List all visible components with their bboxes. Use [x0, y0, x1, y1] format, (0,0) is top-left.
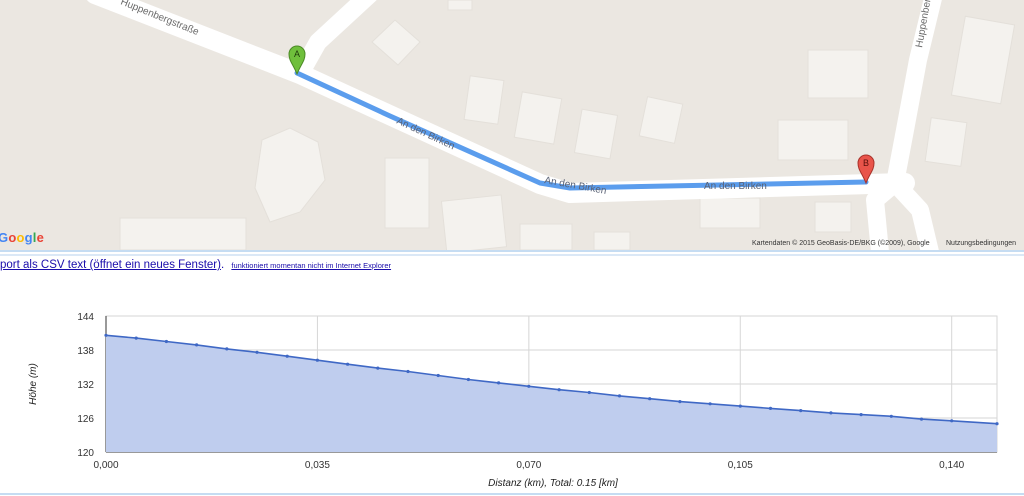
data-point — [919, 417, 924, 421]
separator — [0, 250, 1024, 252]
y-tick-label: 144 — [77, 312, 94, 323]
y-tick-label: 120 — [77, 448, 94, 459]
data-point — [768, 406, 773, 410]
x-tick-label: 0,000 — [93, 460, 118, 471]
data-point — [648, 397, 652, 401]
x-axis-ticks: 0,000 0,035 0,070 0,105 0,140 — [93, 460, 964, 471]
data-point — [376, 366, 380, 370]
data-point — [678, 400, 682, 404]
data-point — [255, 350, 259, 354]
map-canvas[interactable]: Huppenbergstraße An den Birken An den Bi… — [0, 0, 1024, 250]
elevation-area — [106, 335, 997, 452]
building — [593, 231, 631, 250]
separator — [0, 493, 1024, 495]
export-note: funktioniert momentan nicht im Internet … — [231, 261, 392, 270]
building — [573, 108, 619, 160]
data-point — [195, 343, 199, 347]
export-csv-link[interactable]: port als CSV text (öffnet ein neues Fens… — [0, 259, 221, 271]
data-point — [708, 402, 712, 406]
map-attribution: Kartendaten © 2015 GeoBasis-DE/BKG (©200… — [752, 240, 930, 247]
building — [440, 194, 508, 250]
data-point — [134, 336, 138, 340]
data-point — [436, 373, 440, 378]
data-point — [829, 411, 833, 415]
y-tick-label: 126 — [77, 414, 94, 425]
data-point — [497, 381, 501, 385]
building — [463, 75, 505, 125]
data-point — [738, 404, 742, 408]
google-logo: Google — [0, 230, 45, 245]
separator — [0, 254, 1024, 256]
y-axis-label: Höhe (m) — [28, 363, 39, 405]
data-point — [466, 377, 470, 382]
data-point — [859, 413, 863, 417]
data-point — [164, 339, 168, 344]
elevation-chart[interactable]: 144 138 132 126 120 0,000 0,035 0,070 0,105 0,14… — [0, 300, 1024, 496]
data-point — [617, 394, 622, 398]
x-axis-label: Distanz (km), Total: 0.15 [km] — [488, 478, 618, 489]
data-point — [799, 409, 803, 413]
marker-a-label: A — [294, 49, 300, 59]
building — [807, 49, 869, 99]
building — [519, 223, 573, 250]
x-tick-label: 0,140 — [939, 460, 964, 471]
building — [699, 197, 761, 229]
y-axis-ticks: 144 138 132 126 120 — [77, 312, 94, 459]
data-point — [285, 354, 289, 358]
data-point — [104, 333, 108, 337]
street-label: An den Birken — [704, 181, 767, 192]
building — [447, 0, 473, 11]
data-point — [315, 358, 319, 362]
building — [924, 117, 968, 167]
building — [119, 217, 247, 250]
data-point — [346, 362, 350, 366]
building — [513, 91, 563, 145]
data-point — [527, 384, 531, 388]
export-row: port als CSV text (öffnet ein neues Fens… — [0, 259, 392, 271]
data-point — [950, 419, 954, 423]
data-point — [406, 369, 410, 374]
x-tick-label: 0,105 — [728, 460, 753, 471]
data-point — [587, 390, 591, 395]
marker-b-label: B — [863, 158, 869, 168]
y-tick-label: 138 — [77, 346, 94, 357]
data-point — [995, 422, 999, 426]
building — [814, 201, 852, 233]
data-point — [889, 414, 893, 418]
map-view[interactable]: Huppenbergstraße An den Birken An den Bi… — [0, 0, 1024, 250]
building — [384, 157, 430, 229]
data-point — [225, 347, 229, 351]
x-tick-label: 0,035 — [305, 460, 330, 471]
building — [638, 96, 684, 144]
building — [777, 119, 849, 161]
y-tick-label: 132 — [77, 380, 94, 391]
x-tick-label: 0,070 — [516, 460, 541, 471]
data-point — [557, 388, 561, 392]
terms-link[interactable]: Nutzungsbedingungen — [946, 240, 1016, 247]
